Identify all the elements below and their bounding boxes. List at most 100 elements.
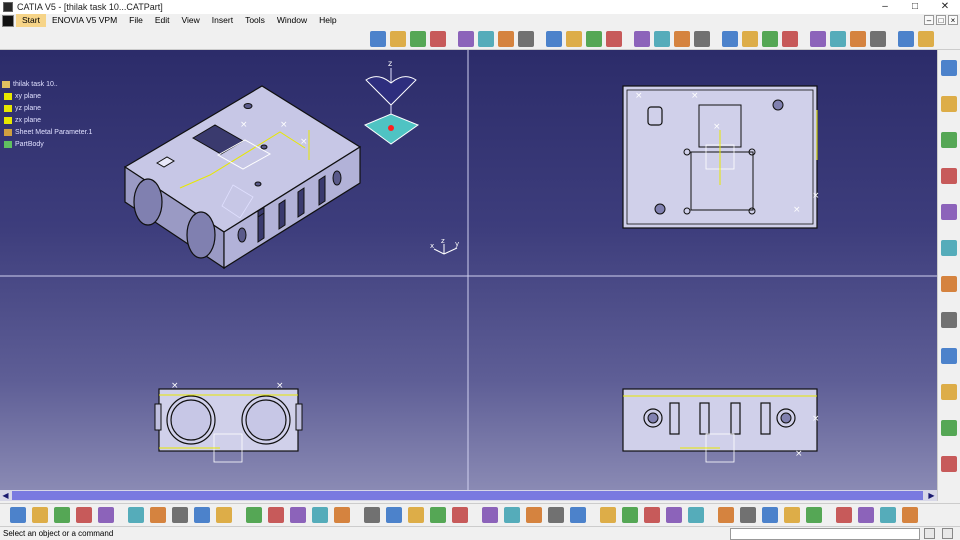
wall-icon[interactable]: [410, 31, 426, 47]
grid-icon[interactable]: [858, 507, 874, 523]
tree-root[interactable]: thilak task 10..: [2, 78, 92, 90]
scroll-left-button[interactable]: ◀: [0, 490, 11, 501]
catia-logo-icon[interactable]: [902, 507, 918, 523]
plane-icon[interactable]: [898, 31, 914, 47]
isometric-part[interactable]: × × ×: [123, 85, 362, 270]
view-3d-icon[interactable]: [674, 31, 690, 47]
iso-view-icon[interactable]: [548, 507, 564, 523]
paste-icon[interactable]: [941, 348, 957, 364]
scroll-thumb[interactable]: [12, 491, 923, 500]
swap-visible-icon[interactable]: [622, 507, 638, 523]
menu-file[interactable]: File: [123, 14, 149, 27]
tree-item-sheet-metal-parameter[interactable]: Sheet Metal Parameter.1: [2, 126, 92, 138]
knowledge-icon[interactable]: [312, 507, 328, 523]
normal-view-icon[interactable]: [504, 507, 520, 523]
constraint-icon[interactable]: [806, 507, 822, 523]
plane-icon[interactable]: [941, 456, 957, 472]
command-input[interactable]: [730, 528, 920, 540]
menu-enovia[interactable]: ENOVIA V5 VPM: [46, 14, 123, 27]
top-view[interactable]: × × × × ×: [622, 85, 820, 229]
rotate-icon[interactable]: [430, 507, 446, 523]
edit-parameters-icon[interactable]: [941, 240, 957, 256]
minimize-button[interactable]: –: [870, 0, 900, 14]
analyze-icon[interactable]: [830, 31, 846, 47]
snap-icon[interactable]: [718, 507, 734, 523]
circle-icon[interactable]: [784, 507, 800, 523]
redo-icon[interactable]: [194, 507, 210, 523]
exit-sketch-icon[interactable]: [941, 168, 957, 184]
point-icon[interactable]: [740, 507, 756, 523]
tree-item-xy-plane[interactable]: xy plane: [2, 90, 92, 102]
print-icon[interactable]: [76, 507, 92, 523]
pattern-icon[interactable]: [634, 31, 650, 47]
doc-close-button[interactable]: ×: [948, 15, 958, 25]
catalog-icon[interactable]: [268, 507, 284, 523]
maximize-button[interactable]: □: [900, 0, 930, 14]
select-icon[interactable]: [941, 204, 957, 220]
open-icon[interactable]: [32, 507, 48, 523]
sketch-analysis-icon[interactable]: [334, 507, 350, 523]
side-view[interactable]: × ×: [622, 388, 820, 463]
close-button[interactable]: ✕: [930, 0, 960, 14]
tree-item-zx-plane[interactable]: zx plane: [2, 114, 92, 126]
unfold-icon[interactable]: [498, 31, 514, 47]
save-icon[interactable]: [941, 276, 957, 292]
menu-window[interactable]: Window: [271, 14, 313, 27]
menu-help[interactable]: Help: [313, 14, 342, 27]
positioned-sketch-icon[interactable]: [941, 132, 957, 148]
paste-icon[interactable]: [150, 507, 166, 523]
copy-icon[interactable]: [941, 312, 957, 328]
menu-edit[interactable]: Edit: [149, 14, 176, 27]
horizontal-scrollbar[interactable]: ◀ ▶: [0, 490, 937, 501]
bend-icon[interactable]: [478, 31, 494, 47]
doc-minimize-button[interactable]: –: [924, 15, 934, 25]
new-icon[interactable]: [10, 507, 26, 523]
status-button[interactable]: [942, 528, 953, 539]
cutout-icon[interactable]: [546, 31, 562, 47]
menu-view[interactable]: View: [176, 14, 206, 27]
status-button[interactable]: [924, 528, 935, 539]
menu-insert[interactable]: Insert: [206, 14, 239, 27]
axis-system-icon[interactable]: [836, 507, 852, 523]
line-icon[interactable]: [762, 507, 778, 523]
apply-material-icon[interactable]: [644, 507, 660, 523]
measure-between-icon[interactable]: [688, 507, 704, 523]
tree-item-yz-plane[interactable]: yz plane: [2, 102, 92, 114]
corner-relief-icon[interactable]: [586, 31, 602, 47]
sketcher-icon[interactable]: [941, 60, 957, 76]
table-icon[interactable]: [290, 507, 306, 523]
cut-icon[interactable]: [98, 507, 114, 523]
sketch-icon[interactable]: [870, 31, 886, 47]
undo-icon[interactable]: [172, 507, 188, 523]
measure-icon[interactable]: [810, 31, 826, 47]
fly-mode-icon[interactable]: [364, 507, 380, 523]
wall-on-edge-icon[interactable]: [430, 31, 446, 47]
hide-show-icon[interactable]: [600, 507, 616, 523]
sheet-metal-params-icon[interactable]: [390, 31, 406, 47]
stamp-icon[interactable]: [606, 31, 622, 47]
zoom-in-icon[interactable]: [452, 507, 468, 523]
front-view[interactable]: × ×: [154, 381, 303, 463]
multi-view-icon[interactable]: [526, 507, 542, 523]
swap-icon[interactable]: [782, 31, 798, 47]
fit-all-icon[interactable]: [386, 507, 402, 523]
views-icon[interactable]: [694, 31, 710, 47]
start-icon[interactable]: [2, 14, 14, 27]
shading-icon[interactable]: [570, 507, 586, 523]
hide-show-icon[interactable]: [762, 31, 778, 47]
dimension-icon[interactable]: [880, 507, 896, 523]
point-icon[interactable]: [941, 384, 957, 400]
measure-item-icon[interactable]: [666, 507, 682, 523]
mirror-icon[interactable]: [654, 31, 670, 47]
shading-icon[interactable]: [742, 31, 758, 47]
sketch-icon[interactable]: [941, 96, 957, 112]
menu-tools[interactable]: Tools: [239, 14, 271, 27]
save-icon[interactable]: [54, 507, 70, 523]
snapshot-icon[interactable]: [370, 31, 386, 47]
zoom-out-icon[interactable]: [482, 507, 498, 523]
scroll-right-button[interactable]: ▶: [926, 490, 937, 501]
line-icon[interactable]: [941, 420, 957, 436]
extrusion-icon[interactable]: [458, 31, 474, 47]
axis-icon[interactable]: [850, 31, 866, 47]
point-icon[interactable]: [918, 31, 934, 47]
